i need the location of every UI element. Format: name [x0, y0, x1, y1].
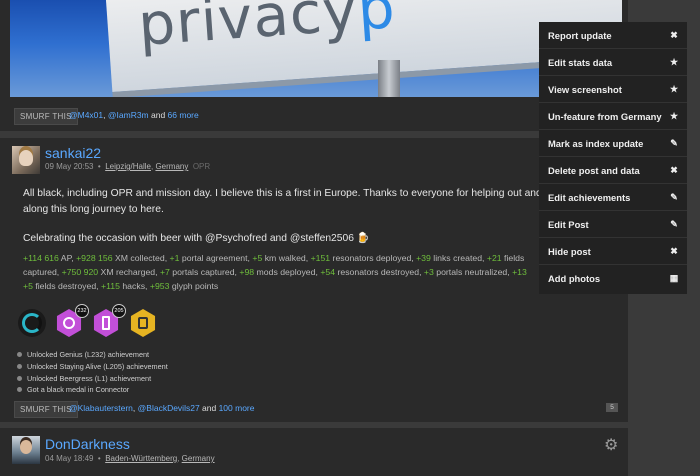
menu-item-edit-achievements[interactable]: Edit achievements ✎ [539, 184, 687, 211]
close-icon: ✖ [670, 165, 678, 175]
stat-label: fields [501, 253, 525, 263]
stat-label: portals captured, [169, 267, 240, 277]
liker-link[interactable]: @BlackDevils27 [138, 403, 200, 413]
badge-icon[interactable]: 232 [55, 304, 89, 337]
post-meta: 09 May 20:53 • Leipzig/Halle, Germany OP… [45, 162, 211, 171]
stat-label: hacks, [119, 281, 150, 291]
stat-value: +3 [423, 267, 434, 277]
comment-count-badge[interactable]: 5 [606, 403, 618, 412]
achievement-item: Unlocked Staying Alive (L205) achievemen… [17, 362, 168, 371]
badge-count: 205 [112, 304, 126, 318]
menu-item-unfeature[interactable]: Un-feature from Germany ★ [539, 103, 687, 130]
badge-count: 232 [75, 304, 89, 318]
badge-icon[interactable] [129, 309, 157, 337]
likes-line: @Klabauterstern, @BlackDevils27 and 100 … [69, 403, 255, 413]
stats-line: captured, +750 920 XM recharged, +7 port… [23, 265, 623, 279]
likes-line: @M4x01, @IamR3m and 66 more [69, 110, 199, 120]
post-date: 09 May 20:53 [45, 162, 94, 171]
stat-value: +151 [310, 253, 331, 263]
stat-value: +115 [101, 281, 120, 291]
star-icon: ★ [669, 111, 679, 121]
stat-value: +953 [149, 281, 170, 291]
liker-link[interactable]: @M4x01 [69, 110, 103, 120]
star-icon: ★ [669, 57, 679, 67]
stat-value: +7 [159, 267, 170, 277]
location-region-link[interactable]: Baden-Württemberg [105, 454, 177, 463]
stat-label: resonators deployed, [330, 253, 417, 263]
stat-label: km walked, [262, 253, 311, 263]
achievement-item: Unlocked Beergress (L1) achievement [17, 374, 151, 383]
location-city-link[interactable]: Leipzig/Halle [105, 162, 151, 171]
menu-item-view-screenshot[interactable]: View screenshot ★ [539, 76, 687, 103]
menu-item-hide-post[interactable]: Hide post ✖ [539, 238, 687, 265]
close-icon: ✖ [670, 246, 678, 256]
location-country-link[interactable]: Germany [155, 162, 188, 171]
post-username[interactable]: DonDarkness [45, 436, 130, 452]
stat-label: portals neutralized, [433, 267, 513, 277]
post-options-menu: Report update ✖ Edit stats data ★ View scr… [539, 22, 687, 294]
stat-value: +750 920 [61, 267, 99, 277]
pencil-icon: ✎ [670, 138, 678, 148]
post-text-line: along this long journey to here. [23, 204, 164, 215]
liker-link[interactable]: @IamR3m [108, 110, 149, 120]
stats-line: +5 fields destroyed, +115 hacks, +953 gl… [23, 279, 623, 293]
menu-item-add-photos[interactable]: Add photos ▦ [539, 265, 687, 292]
menu-item-edit-post[interactable]: Edit Post ✎ [539, 211, 687, 238]
avatar[interactable] [12, 146, 40, 174]
likes-more-link[interactable]: 100 more [219, 403, 255, 413]
achievement-item: Unlocked Genius (L232) achievement [17, 350, 149, 359]
location-country-link[interactable]: Germany [182, 454, 215, 463]
stat-label: captured, [23, 267, 62, 277]
stat-value: +13 [512, 267, 527, 277]
gear-icon[interactable]: ⚙ [604, 438, 620, 454]
stat-label: glyph points [169, 281, 219, 291]
menu-item-report-update[interactable]: Report update ✖ [539, 22, 687, 49]
post-meta: 04 May 18:49 • Baden-Württemberg, German… [45, 454, 215, 463]
stat-value: +54 [320, 267, 336, 277]
post-card: privacyp SMURF THIS @M4x01, @IamR3m and … [0, 0, 628, 131]
menu-item-mark-index[interactable]: Mark as index update ✎ [539, 130, 687, 157]
badge-icon[interactable]: 205 [92, 304, 126, 337]
stats-line: +114 616 AP, +928 156 XM collected, +1 p… [23, 251, 623, 265]
menu-item-edit-stats[interactable]: Edit stats data ★ [539, 49, 687, 76]
post-image[interactable]: privacyp [10, 0, 622, 97]
stat-label: fields destroyed, [32, 281, 101, 291]
stat-label: links created, [430, 253, 487, 263]
feed: privacyp SMURF THIS @M4x01, @IamR3m and … [0, 0, 700, 476]
stat-label: mods deployed, [254, 267, 321, 277]
pencil-icon: ✎ [670, 192, 678, 202]
stat-label: resonators destroyed, [335, 267, 424, 277]
opr-tag: OPR [192, 162, 211, 171]
stat-value: +5 [23, 281, 33, 291]
stat-value: +5 [252, 253, 263, 263]
stat-value: +21 [486, 253, 502, 263]
stat-value: +114 616 [23, 253, 59, 263]
stat-label: AP, [58, 253, 77, 263]
close-icon: ✖ [670, 30, 678, 40]
grid-icon: ▦ [669, 273, 679, 283]
stat-value: +98 [239, 267, 255, 277]
sign-post [378, 60, 400, 97]
stat-value: +39 [416, 253, 431, 263]
post-username[interactable]: sankai22 [45, 145, 101, 161]
liker-link[interactable]: @Klabauterstern [69, 403, 133, 413]
achievement-item: Got a black medal in Connector [17, 385, 129, 394]
stat-value: +1 [169, 253, 180, 263]
avatar[interactable] [12, 436, 40, 464]
menu-item-delete-post[interactable]: Delete post and data ✖ [539, 157, 687, 184]
post-text-line: Celebrating the occasion with beer with … [23, 233, 370, 244]
stat-label: XM recharged, [98, 267, 160, 277]
stat-value: +928 156 [76, 253, 113, 263]
post-text-line: All black, including OPR and mission day… [23, 188, 562, 199]
pencil-icon: ✎ [670, 219, 678, 229]
badge-icon[interactable] [18, 309, 46, 337]
star-icon: ★ [669, 84, 679, 94]
stat-label: portal agreement, [179, 253, 253, 263]
stat-label: XM collected, [112, 253, 170, 263]
post-date: 04 May 18:49 [45, 454, 94, 463]
likes-more-link[interactable]: 66 more [168, 110, 199, 120]
